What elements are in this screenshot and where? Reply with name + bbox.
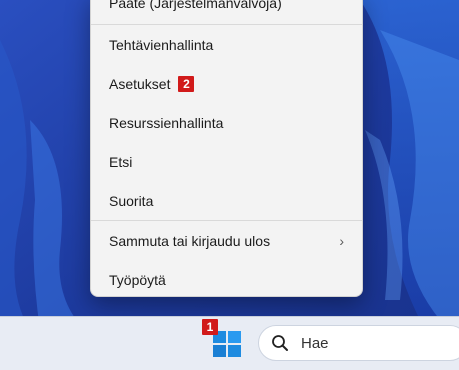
taskbar-search-box[interactable]: Hae (258, 325, 459, 361)
menu-separator (91, 220, 362, 221)
menu-item-label: Suorita (109, 193, 154, 209)
menu-item-terminal-admin[interactable]: Pääte (Järjestelmänvalvoja) (95, 0, 358, 19)
step-badge: 1 (202, 319, 218, 335)
menu-item-search[interactable]: Etsi (95, 146, 358, 178)
menu-item-label: Pääte (Järjestelmänvalvoja) (109, 0, 282, 11)
menu-separator (91, 24, 362, 25)
menu-item-label: Resurssienhallinta (109, 115, 224, 131)
search-icon (272, 335, 288, 351)
menu-item-label: Työpöytä (109, 272, 166, 288)
step-badge: 2 (178, 76, 195, 92)
menu-item-label: Tehtävienhallinta (109, 37, 214, 53)
menu-item-run[interactable]: Suorita (95, 185, 358, 217)
menu-item-file-explorer[interactable]: Resurssienhallinta (95, 107, 358, 139)
menu-item-label: Etsi (109, 154, 133, 170)
menu-item-label: Asetukset (109, 76, 171, 92)
menu-item-label: Sammuta tai kirjaudu ulos (109, 233, 271, 249)
menu-item-task-manager[interactable]: Tehtävienhallinta (95, 29, 358, 61)
chevron-right-icon: › (339, 233, 344, 249)
menu-item-shutdown-signout[interactable]: Sammuta tai kirjaudu ulos › (95, 225, 358, 257)
start-context-menu: Pääte (Järjestelmänvalvoja) Tehtävienhal… (90, 0, 363, 297)
menu-item-settings[interactable]: Asetukset 2 (95, 68, 358, 100)
search-placeholder: Hae (301, 334, 329, 352)
menu-item-desktop[interactable]: Työpöytä (95, 264, 358, 296)
